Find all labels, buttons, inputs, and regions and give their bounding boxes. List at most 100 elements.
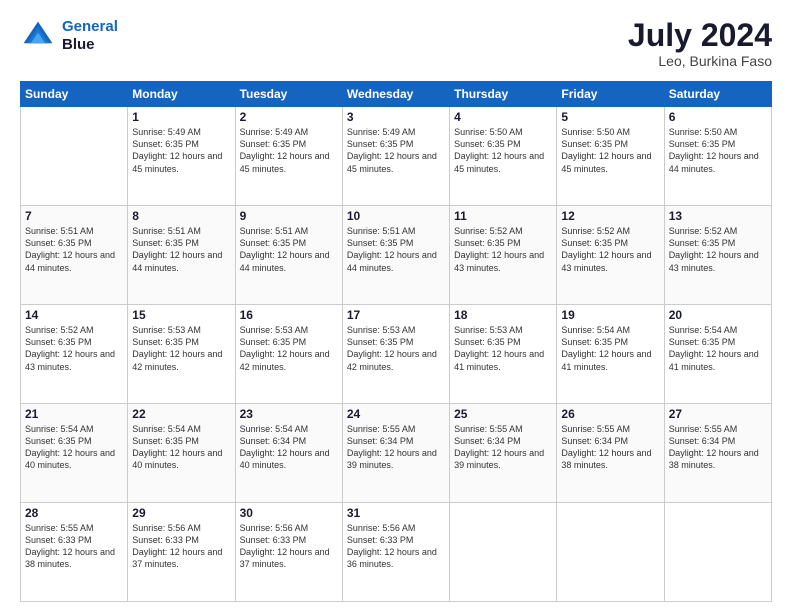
calendar-cell: 14 Sunrise: 5:52 AMSunset: 6:35 PMDayligh… — [21, 305, 128, 404]
day-info: Sunrise: 5:53 AMSunset: 6:35 PMDaylight:… — [132, 324, 230, 373]
day-number: 19 — [561, 308, 659, 322]
day-info: Sunrise: 5:56 AMSunset: 6:33 PMDaylight:… — [132, 522, 230, 571]
day-number: 9 — [240, 209, 338, 223]
calendar-cell: 18 Sunrise: 5:53 AMSunset: 6:35 PMDayligh… — [450, 305, 557, 404]
day-number: 8 — [132, 209, 230, 223]
calendar-cell: 26 Sunrise: 5:55 AMSunset: 6:34 PMDayligh… — [557, 404, 664, 503]
day-info: Sunrise: 5:54 AMSunset: 6:35 PMDaylight:… — [25, 423, 123, 472]
day-info: Sunrise: 5:52 AMSunset: 6:35 PMDaylight:… — [561, 225, 659, 274]
day-info: Sunrise: 5:53 AMSunset: 6:35 PMDaylight:… — [454, 324, 552, 373]
day-number: 3 — [347, 110, 445, 124]
day-info: Sunrise: 5:49 AMSunset: 6:35 PMDaylight:… — [132, 126, 230, 175]
calendar-header-row: SundayMondayTuesdayWednesdayThursdayFrid… — [21, 82, 772, 107]
day-info: Sunrise: 5:50 AMSunset: 6:35 PMDaylight:… — [454, 126, 552, 175]
day-number: 28 — [25, 506, 123, 520]
calendar-cell: 19Sunrise: 5:54 AMSunset: 6:35 PMDayligh… — [557, 305, 664, 404]
day-info: Sunrise: 5:52 AMSunset: 6:35 PMDaylight:… — [454, 225, 552, 274]
calendar-cell: 21 Sunrise: 5:54 AMSunset: 6:35 PMDayligh… — [21, 404, 128, 503]
calendar-week-row: 14 Sunrise: 5:52 AMSunset: 6:35 PMDayligh… — [21, 305, 772, 404]
day-number: 6 — [669, 110, 767, 124]
header: General Blue July 2024 Leo, Burkina Faso — [20, 18, 772, 69]
weekday-header: Saturday — [664, 82, 771, 107]
day-number: 30 — [240, 506, 338, 520]
day-info: Sunrise: 5:49 AMSunset: 6:35 PMDaylight:… — [240, 126, 338, 175]
weekday-header: Friday — [557, 82, 664, 107]
calendar-cell: 16Sunrise: 5:53 AMSunset: 6:35 PMDayligh… — [235, 305, 342, 404]
weekday-header: Wednesday — [342, 82, 449, 107]
day-number: 12 — [561, 209, 659, 223]
day-number: 26 — [561, 407, 659, 421]
day-info: Sunrise: 5:54 AMSunset: 6:35 PMDaylight:… — [132, 423, 230, 472]
calendar-week-row: 21 Sunrise: 5:54 AMSunset: 6:35 PMDayligh… — [21, 404, 772, 503]
calendar-cell: 2 Sunrise: 5:49 AMSunset: 6:35 PMDaylight… — [235, 107, 342, 206]
day-number: 13 — [669, 209, 767, 223]
calendar-table: SundayMondayTuesdayWednesdayThursdayFrid… — [20, 81, 772, 602]
calendar-week-row: 28 Sunrise: 5:55 AMSunset: 6:33 PMDayligh… — [21, 503, 772, 602]
logo-text: General Blue — [62, 18, 118, 54]
calendar-cell — [664, 503, 771, 602]
calendar-week-row: 1 Sunrise: 5:49 AMSunset: 6:35 PMDaylight… — [21, 107, 772, 206]
day-info: Sunrise: 5:51 AMSunset: 6:35 PMDaylight:… — [347, 225, 445, 274]
day-info: Sunrise: 5:52 AMSunset: 6:35 PMDaylight:… — [669, 225, 767, 274]
day-info: Sunrise: 5:51 AMSunset: 6:35 PMDaylight:… — [240, 225, 338, 274]
weekday-header: Tuesday — [235, 82, 342, 107]
calendar-cell: 5Sunrise: 5:50 AMSunset: 6:35 PMDaylight… — [557, 107, 664, 206]
day-number: 2 — [240, 110, 338, 124]
day-info: Sunrise: 5:54 AMSunset: 6:35 PMDaylight:… — [669, 324, 767, 373]
day-number: 18 — [454, 308, 552, 322]
day-number: 7 — [25, 209, 123, 223]
calendar-cell: 23 Sunrise: 5:54 AMSunset: 6:34 PMDayligh… — [235, 404, 342, 503]
day-info: Sunrise: 5:54 AMSunset: 6:34 PMDaylight:… — [240, 423, 338, 472]
day-number: 11 — [454, 209, 552, 223]
day-number: 14 — [25, 308, 123, 322]
day-number: 10 — [347, 209, 445, 223]
calendar-cell: 31 Sunrise: 5:56 AMSunset: 6:33 PMDayligh… — [342, 503, 449, 602]
calendar-cell: 9 Sunrise: 5:51 AMSunset: 6:35 PMDaylight… — [235, 206, 342, 305]
day-info: Sunrise: 5:53 AMSunset: 6:35 PMDaylight:… — [347, 324, 445, 373]
day-number: 4 — [454, 110, 552, 124]
weekday-header: Thursday — [450, 82, 557, 107]
day-info: Sunrise: 5:55 AMSunset: 6:34 PMDaylight:… — [561, 423, 659, 472]
calendar-cell: 4 Sunrise: 5:50 AMSunset: 6:35 PMDaylight… — [450, 107, 557, 206]
day-number: 15 — [132, 308, 230, 322]
logo-icon — [20, 18, 56, 54]
day-number: 21 — [25, 407, 123, 421]
calendar-cell: 29 Sunrise: 5:56 AMSunset: 6:33 PMDayligh… — [128, 503, 235, 602]
logo: General Blue — [20, 18, 118, 54]
day-info: Sunrise: 5:50 AMSunset: 6:35 PMDaylight:… — [669, 126, 767, 175]
day-info: Sunrise: 5:52 AMSunset: 6:35 PMDaylight:… — [25, 324, 123, 373]
calendar-cell: 3Sunrise: 5:49 AMSunset: 6:35 PMDaylight… — [342, 107, 449, 206]
day-number: 24 — [347, 407, 445, 421]
day-info: Sunrise: 5:55 AMSunset: 6:33 PMDaylight:… — [25, 522, 123, 571]
day-info: Sunrise: 5:56 AMSunset: 6:33 PMDaylight:… — [240, 522, 338, 571]
calendar-cell: 13 Sunrise: 5:52 AMSunset: 6:35 PMDayligh… — [664, 206, 771, 305]
day-number: 22 — [132, 407, 230, 421]
calendar-cell: 8Sunrise: 5:51 AMSunset: 6:35 PMDaylight… — [128, 206, 235, 305]
calendar-cell: 12 Sunrise: 5:52 AMSunset: 6:35 PMDayligh… — [557, 206, 664, 305]
calendar-cell: 25Sunrise: 5:55 AMSunset: 6:34 PMDayligh… — [450, 404, 557, 503]
day-number: 23 — [240, 407, 338, 421]
day-info: Sunrise: 5:51 AMSunset: 6:35 PMDaylight:… — [25, 225, 123, 274]
calendar-cell — [557, 503, 664, 602]
calendar-cell — [21, 107, 128, 206]
page: General Blue July 2024 Leo, Burkina Faso… — [0, 0, 792, 612]
calendar-cell: 28 Sunrise: 5:55 AMSunset: 6:33 PMDayligh… — [21, 503, 128, 602]
day-number: 31 — [347, 506, 445, 520]
calendar-cell: 30 Sunrise: 5:56 AMSunset: 6:33 PMDayligh… — [235, 503, 342, 602]
title-block: July 2024 Leo, Burkina Faso — [628, 18, 772, 69]
day-info: Sunrise: 5:56 AMSunset: 6:33 PMDaylight:… — [347, 522, 445, 571]
day-info: Sunrise: 5:50 AMSunset: 6:35 PMDaylight:… — [561, 126, 659, 175]
day-info: Sunrise: 5:55 AMSunset: 6:34 PMDaylight:… — [454, 423, 552, 472]
calendar-cell: 6 Sunrise: 5:50 AMSunset: 6:35 PMDaylight… — [664, 107, 771, 206]
weekday-header: Monday — [128, 82, 235, 107]
calendar-cell: 17Sunrise: 5:53 AMSunset: 6:35 PMDayligh… — [342, 305, 449, 404]
day-info: Sunrise: 5:53 AMSunset: 6:35 PMDaylight:… — [240, 324, 338, 373]
calendar-cell: 22 Sunrise: 5:54 AMSunset: 6:35 PMDayligh… — [128, 404, 235, 503]
day-number: 1 — [132, 110, 230, 124]
main-title: July 2024 — [628, 18, 772, 53]
calendar-cell: 10 Sunrise: 5:51 AMSunset: 6:35 PMDayligh… — [342, 206, 449, 305]
subtitle: Leo, Burkina Faso — [628, 53, 772, 69]
day-number: 20 — [669, 308, 767, 322]
day-number: 29 — [132, 506, 230, 520]
calendar-cell: 20 Sunrise: 5:54 AMSunset: 6:35 PMDayligh… — [664, 305, 771, 404]
